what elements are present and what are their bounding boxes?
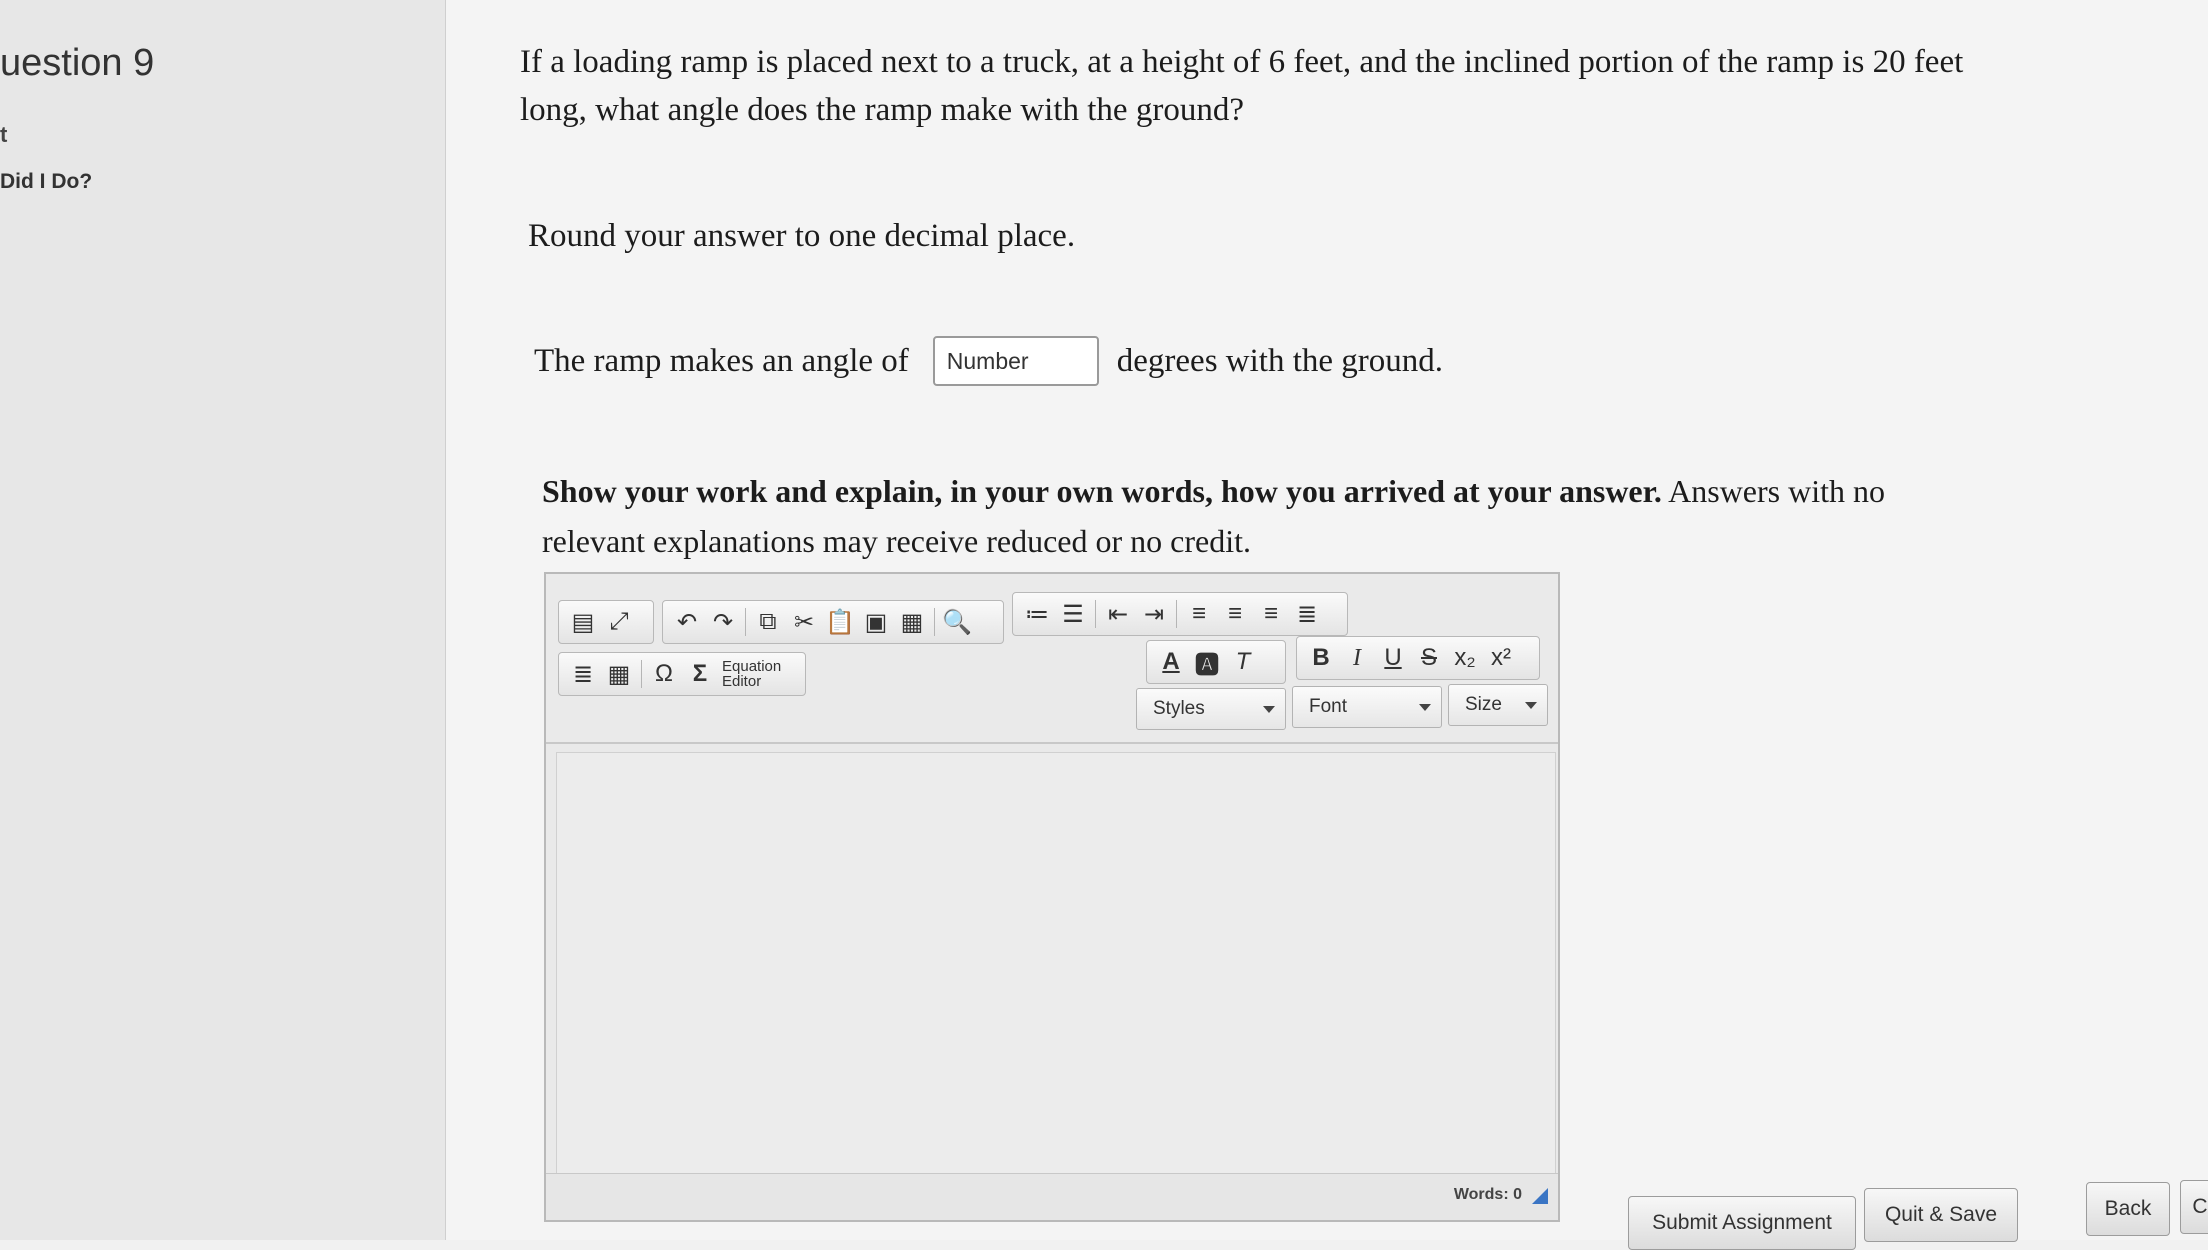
toolbar-group-color: A 🅰 T (1146, 640, 1286, 684)
size-dropdown[interactable]: Size (1448, 684, 1548, 726)
work-instructions: Show your work and explain, in your own … (542, 466, 1982, 566)
answer-number-input[interactable] (932, 336, 1099, 386)
outdent-icon[interactable]: ⇤ (1100, 595, 1136, 633)
numbered-list-icon[interactable]: ≔ (1019, 595, 1055, 633)
chevron-down-icon (1263, 705, 1275, 713)
text-color-icon[interactable]: A (1153, 643, 1189, 681)
round-instruction: Round your answer to one decimal place. (528, 218, 1076, 254)
how-did-i-do-link[interactable]: Did I Do? (0, 170, 92, 194)
copy-icon[interactable]: ⧉ (750, 603, 786, 641)
answer-prefix: The ramp makes an angle of (534, 342, 909, 379)
align-right-icon[interactable]: ≡ (1253, 595, 1289, 633)
chevron-down-icon (1419, 703, 1431, 711)
redo-icon[interactable]: ↷ (705, 603, 741, 641)
equation-editor-label[interactable]: Equation Editor (722, 659, 781, 689)
question-text: If a loading ramp is placed next to a tr… (520, 44, 1964, 128)
bulleted-list-icon[interactable]: ☰ (1055, 595, 1091, 633)
question-title: uestion 9 (0, 42, 155, 84)
size-label: Size (1465, 694, 1502, 715)
paste-word-icon[interactable]: ▦ (894, 603, 930, 641)
rich-text-editor: ▤ ⤢ ↶ ↷ ⧉ ✂ 📋 ▣ ▦ 🔍 ≔ ☰ ⇤ ⇥ ≡ ≡ ≡ ≣ ≣ ▦ … (544, 572, 1560, 1222)
word-count: Words: 0 (1453, 1186, 1522, 1203)
align-left-icon[interactable]: ≡ (1181, 595, 1217, 633)
editor-toolbar: ▤ ⤢ ↶ ↷ ⧉ ✂ 📋 ▣ ▦ 🔍 ≔ ☰ ⇤ ⇥ ≡ ≡ ≡ ≣ ≣ ▦ … (546, 574, 1558, 744)
separator (1095, 600, 1096, 628)
equation-label-line2: Editor (722, 673, 762, 690)
separator (934, 608, 935, 636)
styles-label: Styles (1153, 698, 1205, 719)
toolbar-group-view: ▤ ⤢ (558, 600, 654, 644)
strikethrough-icon[interactable]: S (1411, 639, 1447, 677)
answer-suffix: degrees with the ground. (1116, 342, 1444, 379)
chevron-down-icon (1525, 701, 1537, 709)
separator (641, 660, 642, 688)
background-color-icon[interactable]: 🅰 (1189, 643, 1225, 681)
cut-icon[interactable]: ✂ (786, 603, 822, 641)
equation-editor-icon[interactable]: Σ (682, 655, 718, 693)
justify-icon[interactable]: ≣ (1289, 595, 1325, 633)
separator (1176, 600, 1177, 628)
superscript-icon[interactable]: x² (1483, 639, 1519, 677)
special-character-icon[interactable]: Ω (646, 655, 682, 693)
underline-icon[interactable]: U (1375, 639, 1411, 677)
subscript-icon[interactable]: x₂ (1447, 639, 1483, 677)
paste-text-icon[interactable]: ▣ (858, 603, 894, 641)
styles-dropdown[interactable]: Styles (1136, 688, 1286, 730)
horizontal-rule-icon[interactable]: ≣ (565, 655, 601, 693)
bold-icon[interactable]: B (1303, 639, 1339, 677)
italic-icon[interactable]: I (1339, 639, 1375, 677)
left-sidebar: uestion 9 t Did I Do? (0, 0, 447, 1240)
resize-handle-icon[interactable] (1532, 1188, 1548, 1204)
toolbar-group-lists: ≔ ☰ ⇤ ⇥ ≡ ≡ ≡ ≣ (1012, 592, 1348, 636)
toolbar-group-format: B I U S x₂ x² (1296, 636, 1540, 680)
toolbar-group-clipboard: ↶ ↷ ⧉ ✂ 📋 ▣ ▦ 🔍 (662, 600, 1004, 644)
table-icon[interactable]: ▦ (601, 655, 637, 693)
indent-icon[interactable]: ⇥ (1136, 595, 1172, 633)
editor-text-area[interactable] (556, 752, 1556, 1178)
editor-status-bar: Words: 0 (546, 1173, 1558, 1220)
points-label: t (0, 122, 8, 147)
align-center-icon[interactable]: ≡ (1217, 595, 1253, 633)
toolbar-group-insert: ≣ ▦ Ω Σ Equation Editor (558, 652, 806, 696)
maximize-icon[interactable]: ⤢ (601, 603, 637, 641)
quit-save-button[interactable]: Quit & Save (1864, 1188, 2018, 1242)
back-button[interactable]: Back (2086, 1182, 2170, 1236)
separator (745, 608, 746, 636)
font-dropdown[interactable]: Font (1292, 686, 1442, 728)
submit-assignment-button[interactable]: Submit Assignment (1628, 1196, 1856, 1250)
source-icon[interactable]: ▤ (565, 603, 601, 641)
font-label: Font (1309, 696, 1348, 717)
instructions-bold: Show your work and explain, in your own … (542, 473, 1662, 509)
paste-icon[interactable]: 📋 (822, 603, 858, 641)
find-icon[interactable]: 🔍 (939, 603, 975, 641)
answer-row: The ramp makes an angle of degrees with … (534, 336, 1443, 386)
next-button[interactable]: C (2180, 1180, 2208, 1234)
undo-icon[interactable]: ↶ (669, 603, 705, 641)
remove-format-icon[interactable]: T (1225, 643, 1261, 681)
